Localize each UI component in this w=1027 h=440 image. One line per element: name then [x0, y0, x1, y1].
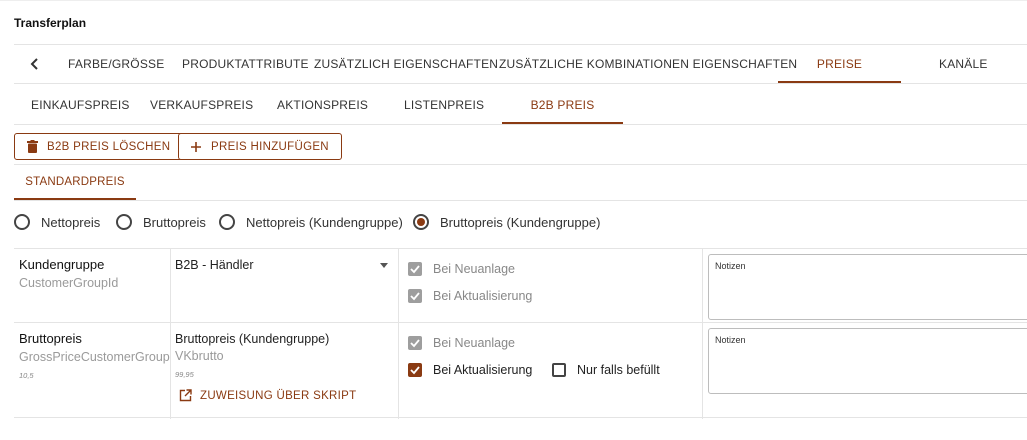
checkbox-unchecked-icon [552, 363, 566, 377]
checkbox-label: Bei Neuanlage [433, 262, 516, 276]
checkbox-bei-neuanlage[interactable]: Bei Neuanlage [408, 262, 515, 276]
open-external-icon [179, 389, 193, 403]
checkbox-bei-aktualisierung[interactable]: Bei Aktualisierung [408, 289, 532, 303]
tab-listenpreis[interactable]: LISTENPREIS [404, 87, 484, 124]
checkbox-nur-falls-befuellt[interactable]: Nur falls befüllt [552, 363, 660, 377]
checkbox-label: Bei Aktualisierung [433, 289, 533, 303]
checkbox-checked-icon [408, 336, 422, 350]
checkbox-label: Nur falls befüllt [577, 363, 660, 377]
tab-verkaufspreis[interactable]: VERKAUFSPREIS [150, 87, 253, 124]
sub-tab-bar: EINKAUFSPREIS VERKAUFSPREIS AKTIONSPREIS… [14, 87, 1027, 125]
price-tab-bar: STANDARDPREIS [14, 165, 1027, 201]
notes-placeholder: Notizen [715, 261, 746, 271]
dropdown-arrow-icon [380, 263, 388, 268]
mapping-table: Kundengruppe CustomerGroupId B2B - Händl… [14, 248, 1027, 419]
source-sample-value: 99,95 [175, 370, 194, 379]
tab-farbe-groesse[interactable]: FARBE/GRÖSSE [68, 45, 164, 83]
add-price-button[interactable]: PREIS HINZUFÜGEN [178, 133, 342, 160]
radio-circle-selected [413, 214, 429, 230]
tab-zusaetzlich-eigenschaften[interactable]: ZUSÄTZLICH EIGENSCHAFTEN [314, 45, 498, 83]
target-field-id: GrossPriceCustomerGroup [19, 350, 170, 364]
add-price-label: PREIS HINZUFÜGEN [211, 140, 329, 153]
tab-produktattribute[interactable]: PRODUKTATTRIBUTE [182, 45, 309, 83]
delete-b2b-price-label: B2B PREIS LÖSCHEN [47, 140, 171, 153]
tab-preise[interactable]: PREISE [778, 45, 901, 83]
plus-icon [189, 140, 203, 154]
radio-label: Nettopreis [41, 214, 101, 230]
top-divider [0, 0, 1027, 1]
tab-standardpreis[interactable]: STANDARDPREIS [14, 165, 136, 200]
checkbox-bei-aktualisierung[interactable]: Bei Aktualisierung [408, 363, 532, 377]
radio-nettopreis-kundengruppe[interactable]: Nettopreis (Kundengruppe) [219, 214, 403, 230]
tab-einkaufspreis[interactable]: EINKAUFSPREIS [31, 87, 130, 124]
sample-value: 10,5 [19, 371, 34, 380]
trash-icon [25, 140, 39, 154]
table-row-kundengruppe: Kundengruppe CustomerGroupId B2B - Händl… [14, 249, 1027, 323]
radio-nettopreis[interactable]: Nettopreis [14, 214, 100, 230]
checkbox-bei-neuanlage[interactable]: Bei Neuanlage [408, 336, 515, 350]
assign-by-script-label: ZUWEISUNG ÜBER SKRIPT [200, 390, 357, 402]
target-field-cell: Kundengruppe CustomerGroupId [19, 257, 118, 290]
radio-circle [219, 214, 235, 230]
radio-bruttopreis[interactable]: Bruttopreis [116, 214, 206, 230]
radio-label: Bruttopreis [143, 214, 206, 230]
tab-zusaetzliche-kombinationen[interactable]: ZUSÄTZLICHE KOMBINATIONEN EIGENSCHAFTEN [499, 45, 797, 83]
customer-group-select[interactable]: B2B - Händler [175, 258, 390, 278]
assign-by-script-button[interactable]: ZUWEISUNG ÜBER SKRIPT [179, 389, 356, 403]
source-field-label: Bruttopreis (Kundengruppe) [175, 332, 330, 346]
notes-textarea[interactable]: Notizen [708, 254, 1027, 320]
notes-placeholder: Notizen [715, 335, 746, 345]
target-field-label: Kundengruppe [19, 257, 105, 272]
checkbox-label: Bei Aktualisierung [433, 363, 533, 377]
radio-circle [14, 214, 30, 230]
tab-kanaele[interactable]: KANÄLE [939, 45, 988, 83]
source-field-cell: Bruttopreis (Kundengruppe) VKbrutto 99,9… [175, 332, 329, 379]
radio-label: Nettopreis (Kundengruppe) [246, 214, 403, 230]
radio-label: Bruttopreis (Kundengruppe) [440, 214, 601, 230]
delete-b2b-price-button[interactable]: B2B PREIS LÖSCHEN [14, 133, 184, 160]
notes-textarea[interactable]: Notizen [708, 328, 1027, 394]
customer-group-value: B2B - Händler [175, 258, 254, 272]
checkbox-checked-icon [408, 363, 422, 377]
checkbox-label: Bei Neuanlage [433, 336, 516, 350]
main-tab-bar: FARBE/GRÖSSE PRODUKTATTRIBUTE ZUSÄTZLICH… [14, 44, 1027, 84]
tab-aktionspreis[interactable]: AKTIONSPREIS [277, 87, 368, 124]
table-row-bruttopreis: Bruttopreis GrossPriceCustomerGroup 10,5… [14, 323, 1027, 419]
tab-b2b-preis[interactable]: B2B PREIS [502, 87, 623, 124]
target-field-label: Bruttopreis [19, 331, 82, 346]
target-field-cell: Bruttopreis GrossPriceCustomerGroup 10,5 [19, 331, 170, 380]
radio-circle [116, 214, 132, 230]
checkbox-checked-icon [408, 289, 422, 303]
target-field-id: CustomerGroupId [19, 276, 119, 290]
radio-bruttopreis-kundengruppe[interactable]: Bruttopreis (Kundengruppe) [413, 214, 600, 230]
page-title: Transferplan [14, 16, 87, 30]
chevron-left-icon[interactable] [26, 55, 44, 73]
source-field-id: VKbrutto [175, 349, 224, 363]
checkbox-checked-icon [408, 262, 422, 276]
